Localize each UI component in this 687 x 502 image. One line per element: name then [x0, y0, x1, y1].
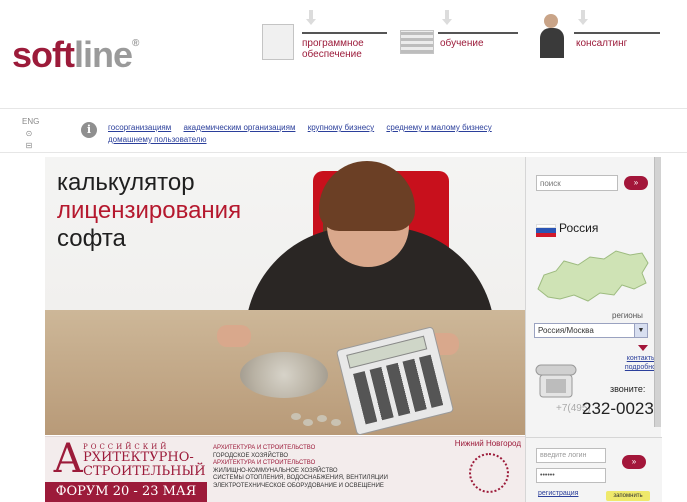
scrollbar[interactable]	[654, 157, 661, 427]
forum-topic: электротехническое оборудование и освеще…	[213, 482, 384, 489]
link-smb[interactable]: среднему и малому бизнесу	[386, 123, 491, 132]
hero-title-line2: лицензирования	[57, 197, 242, 224]
softline-logo[interactable]: softline®	[12, 34, 139, 76]
logo-line-text: line	[74, 34, 133, 75]
login-field[interactable]: введите логин	[536, 448, 606, 463]
search-input[interactable]	[536, 175, 618, 191]
link-government[interactable]: госорганизациям	[108, 123, 171, 132]
software-box-icon	[262, 24, 294, 60]
nav-consulting-label: консалтинг	[576, 38, 628, 49]
russia-flag-icon	[536, 224, 556, 237]
right-sidebar: » Россия регионы Россия/Москва ▼ контакт…	[525, 157, 662, 502]
forum-topic: архитектура и строительство	[213, 460, 316, 466]
link-home-user[interactable]: домашнему пользователю	[108, 135, 207, 144]
forum-topic: городское хозяйство	[213, 452, 289, 459]
coin	[331, 419, 341, 426]
forum-title-line1: РХИТЕКТУРНО-	[83, 450, 194, 465]
print-icon[interactable]: ⊟	[22, 140, 36, 152]
consultant-body	[540, 28, 564, 58]
nav-rule	[438, 32, 518, 34]
forum-big-letter: А	[53, 436, 84, 482]
coin	[291, 413, 301, 420]
forum-medal-icon	[469, 453, 509, 493]
region-select-value: Россия/Москва	[538, 326, 594, 335]
books-icon	[400, 30, 434, 54]
hero-title-line1: калькулятор	[57, 169, 195, 196]
login-button[interactable]: »	[622, 455, 646, 469]
info-icon: i	[81, 122, 97, 138]
forum-title: РХИТЕКТУРНО- СТРОИТЕЛЬНЫЙ	[83, 451, 206, 479]
forum-dates: ФОРУМ 20 - 23 МАЯ	[45, 482, 207, 502]
nav-training-label: обучение	[440, 38, 484, 49]
password-field[interactable]: ••••••	[536, 468, 606, 483]
hero-title: калькулятор лицензирования софта	[57, 169, 241, 253]
forum-topic: системы отопления, водоснабжения, вентил…	[213, 475, 388, 481]
divider	[0, 152, 687, 153]
telephone-icon	[535, 364, 577, 398]
header: softline® программное обеспечение обучен…	[0, 0, 687, 100]
side-icons: ENG ⊙ ⊟	[22, 116, 39, 152]
logo-registered-mark: ®	[132, 38, 139, 49]
chevron-down-icon[interactable]: ▼	[634, 324, 647, 337]
coin-pile	[240, 352, 328, 398]
logo-soft-text: soft	[12, 34, 75, 75]
consultant-icon	[544, 14, 558, 28]
forum-banner[interactable]: А РОССИЙСКИЙ РХИТЕКТУРНО- СТРОИТЕЛЬНЫЙ Ф…	[45, 436, 525, 502]
down-arrow-icon	[442, 10, 452, 26]
language-icon[interactable]: ENG	[22, 116, 39, 128]
down-arrow-icon	[306, 10, 316, 26]
calculator-keys	[353, 354, 444, 425]
nav-consulting[interactable]: консалтинг	[540, 10, 670, 70]
contacts-link[interactable]: контакты подробно	[596, 354, 656, 372]
call-label: звоните:	[610, 384, 646, 394]
nav-rule	[302, 32, 387, 34]
left-hand	[217, 325, 251, 347]
country-label: Россия	[559, 221, 599, 235]
sitemap-icon[interactable]: ⊙	[22, 128, 36, 140]
forum-title-line2: СТРОИТЕЛЬНЫЙ	[83, 464, 206, 479]
link-academic[interactable]: академическим организациям	[184, 123, 296, 132]
russia-map[interactable]	[534, 245, 650, 307]
link-enterprise[interactable]: крупному бизнесу	[308, 123, 374, 132]
phone-number: 232-0023	[582, 399, 654, 418]
nav-training[interactable]: обучение	[400, 10, 525, 70]
nav-software-label: программное обеспечение	[302, 38, 364, 60]
forum-topic: архитектура и строительство	[213, 445, 316, 451]
regions-label: регионы	[612, 311, 643, 320]
hero-title-line3: софта	[57, 225, 126, 252]
search-button[interactable]: »	[624, 176, 648, 190]
hero-banner[interactable]: калькулятор лицензирования софта	[45, 157, 525, 435]
remember-me-button[interactable]: запомнить	[606, 491, 650, 501]
forum-topic: жилищно-коммунальное хозяйство	[213, 467, 338, 474]
forum-city: Нижний Новгород	[454, 439, 521, 448]
login-box: введите логин •••••• » регистрация запом…	[526, 437, 662, 502]
coin	[303, 419, 313, 426]
divider	[0, 108, 687, 109]
region-select[interactable]: Россия/Москва ▼	[534, 323, 648, 338]
register-link[interactable]: регистрация	[538, 490, 578, 497]
down-arrow-icon	[578, 10, 588, 26]
coin	[317, 415, 327, 422]
audience-links: госорганизациям академическим организаци…	[108, 122, 578, 146]
nav-rule	[574, 32, 660, 34]
forum-topics: архитектура и строительство городское хо…	[213, 445, 443, 490]
red-triangle-icon	[638, 345, 648, 351]
nav-software[interactable]: программное обеспечение	[262, 10, 392, 70]
